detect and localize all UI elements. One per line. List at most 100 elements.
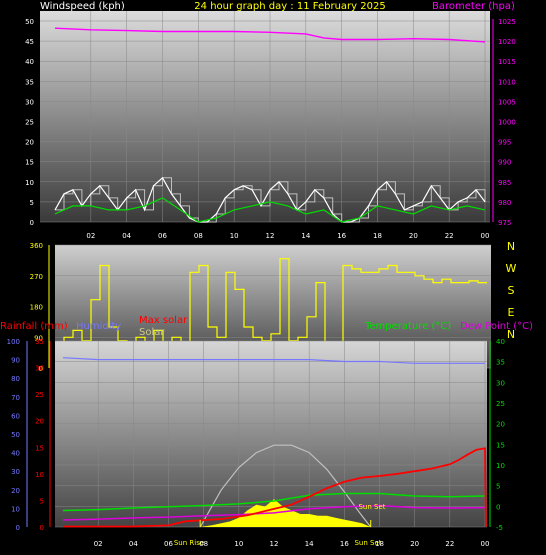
barometer-tick-label: 1010: [498, 78, 516, 86]
panel-wind-time-axis: 02 04 06 08 10 12 14 16 18 20 22 00: [86, 232, 489, 240]
humidity-tick-label: 70: [11, 394, 20, 402]
windspeed-tick-label: 30: [25, 98, 34, 106]
rainfall-tick-label: 5: [40, 497, 44, 505]
barometer-tick-label: 980: [498, 199, 511, 207]
chart-date-title: 24 hour graph day : 11 February 2025: [194, 1, 385, 12]
compass-label: W: [506, 262, 517, 275]
direction-tick-label: 360: [30, 242, 43, 250]
rainfall-tick-label: 30: [35, 365, 44, 373]
rainfall-tick-label: 25: [35, 391, 44, 399]
panel-wind-background: [40, 11, 490, 222]
temperature-tick-label: 25: [496, 400, 505, 408]
windspeed-tick-label: 5: [30, 199, 34, 207]
time-tick-label: 08: [199, 540, 208, 548]
legend-label: Temperature (°C): [364, 321, 451, 332]
windspeed-tick-label: 50: [25, 18, 34, 26]
windspeed-axis: 0 5 10 15 20 25 30 35 40 45 50: [25, 18, 34, 227]
barometer-axis: 975 980 985 990 995 1000 1005 1010 1015 1020 1025: [492, 18, 516, 227]
time-tick-label: 04: [122, 232, 131, 240]
time-tick-label: 20: [409, 232, 418, 240]
humidity-tick-label: 30: [11, 468, 20, 476]
barometer-tick-label: 1015: [498, 58, 516, 66]
humidity-tick-label: 40: [11, 450, 20, 458]
time-tick-label: 18: [373, 232, 382, 240]
compass-label: S: [508, 284, 515, 297]
humidity-tick-label: 20: [11, 487, 20, 495]
temperature-tick-label: 35: [496, 359, 505, 367]
barometer-tick-label: 1025: [498, 18, 516, 26]
temperature-tick-label: 0: [496, 503, 500, 511]
time-tick-label: 18: [375, 540, 384, 548]
legend-label: Solar: [139, 327, 165, 338]
windspeed-tick-label: 15: [25, 159, 34, 167]
panel-temperature-time-axis: 02 04 06 08 10 12 14 16 18 20 22 00: [94, 540, 490, 548]
rainfall-tick-label: 0: [40, 524, 44, 532]
barometer-tick-label: 975: [498, 219, 511, 227]
temperature-tick-label: 20: [496, 421, 505, 429]
windspeed-tick-label: 45: [25, 38, 34, 46]
humidity-tick-label: 10: [11, 505, 20, 513]
weather-chart: Windspeed (kph) 24 hour graph day : 11 F…: [0, 1, 533, 548]
humidity-tick-label: 60: [11, 412, 20, 420]
sunset-label: Sun Set: [358, 503, 385, 511]
barometer-title: Barometer (hpa): [432, 1, 515, 12]
barometer-tick-label: 1020: [498, 38, 516, 46]
time-tick-label: 20: [410, 540, 419, 548]
humidity-tick-label: 100: [7, 338, 20, 346]
time-tick-label: 00: [481, 232, 490, 240]
direction-tick-label: 180: [30, 304, 43, 312]
windspeed-tick-label: 35: [25, 78, 34, 86]
legend-label: Dew Point (°C): [460, 321, 533, 332]
windspeed-tick-label: 0: [30, 219, 34, 227]
time-tick-label: 06: [158, 232, 167, 240]
time-tick-label: 16: [340, 540, 349, 548]
time-tick-label: 12: [270, 540, 279, 548]
time-tick-label: 22: [445, 540, 454, 548]
barometer-tick-label: 990: [498, 159, 511, 167]
compass-label: E: [508, 306, 515, 319]
temperature-tick-label: 5: [496, 483, 500, 491]
barometer-tick-label: 995: [498, 139, 511, 147]
time-tick-label: 02: [94, 540, 103, 548]
humidity-tick-label: 90: [11, 357, 20, 365]
time-tick-label: 16: [337, 232, 346, 240]
compass-label: N: [507, 240, 515, 253]
windspeed-tick-label: 10: [25, 179, 34, 187]
time-tick-label: 10: [230, 232, 239, 240]
direction-tick-label: 270: [30, 273, 43, 281]
panel-temperature-background: [55, 341, 487, 527]
direction-axis: 360270180900: [30, 242, 50, 373]
barometer-tick-label: 985: [498, 179, 511, 187]
rainfall-tick-label: 35: [35, 338, 44, 346]
humidity-tick-label: 0: [16, 524, 20, 532]
time-tick-label: 12: [266, 232, 275, 240]
rainfall-tick-label: 15: [35, 444, 44, 452]
windspeed-tick-label: 20: [25, 139, 34, 147]
legend-label: Rainfall (mm): [0, 321, 68, 332]
temperature-tick-label: 30: [496, 379, 505, 387]
time-tick-label: 04: [129, 540, 138, 548]
temperature-tick-label: 15: [496, 441, 505, 449]
humidity-tick-label: 80: [11, 375, 20, 383]
rainfall-tick-label: 20: [35, 418, 44, 426]
time-tick-label: 00: [481, 540, 490, 548]
temperature-tick-label: 40: [496, 338, 505, 346]
barometer-tick-label: 1000: [498, 119, 516, 127]
humidity-tick-label: 50: [11, 431, 20, 439]
time-tick-label: 22: [445, 232, 454, 240]
temperature-tick-label: 10: [496, 462, 505, 470]
barometer-tick-label: 1005: [498, 98, 516, 106]
time-tick-label: 08: [194, 232, 203, 240]
time-tick-label: 14: [301, 232, 310, 240]
windspeed-title: Windspeed (kph): [40, 1, 125, 12]
temperature-tick-label: -5: [496, 524, 503, 532]
legend-label: Max solar: [139, 315, 188, 326]
rainfall-tick-label: 10: [35, 471, 44, 479]
legend-label: Humidity: [76, 321, 121, 332]
time-tick-label: 14: [305, 540, 314, 548]
windspeed-tick-label: 40: [25, 58, 34, 66]
time-tick-label: 06: [164, 540, 173, 548]
time-tick-label: 10: [234, 540, 243, 548]
time-tick-label: 02: [86, 232, 95, 240]
windspeed-tick-label: 25: [25, 119, 34, 127]
